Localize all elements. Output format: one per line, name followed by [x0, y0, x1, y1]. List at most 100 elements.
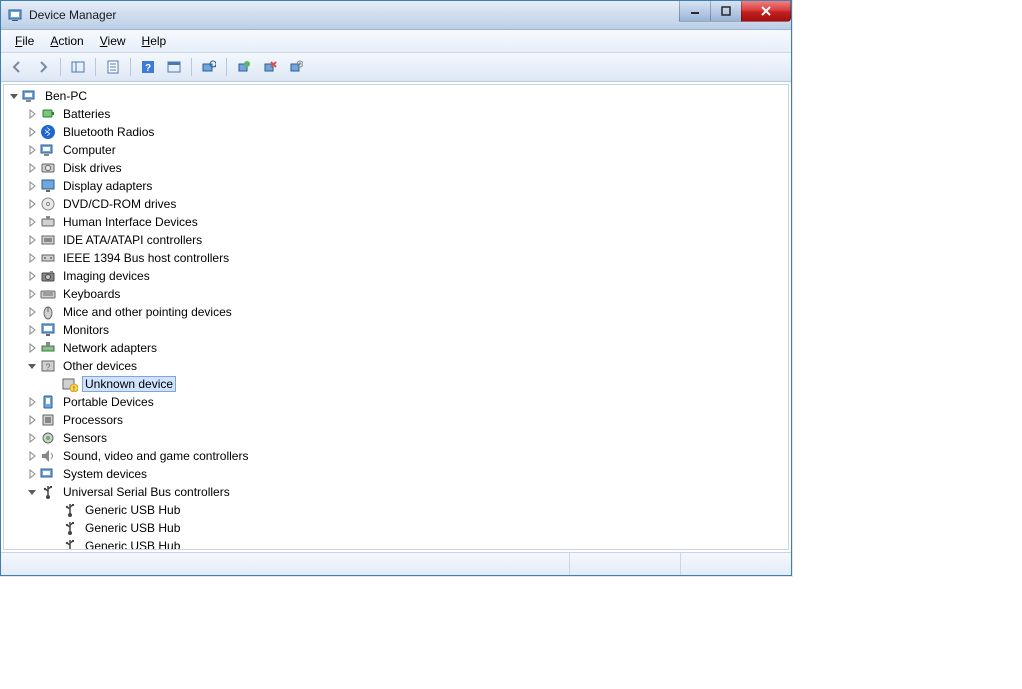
tree-node-label[interactable]: Sound, video and game controllers [60, 448, 251, 464]
tree-node[interactable]: Portable Devices [6, 393, 788, 411]
tree-node[interactable]: Bluetooth Radios [6, 123, 788, 141]
expander-icon[interactable] [26, 198, 38, 210]
tree-node-label[interactable]: Monitors [60, 322, 112, 338]
tree-node[interactable]: Batteries [6, 105, 788, 123]
unknown-icon: ! [62, 376, 78, 392]
tree-node[interactable]: Processors [6, 411, 788, 429]
expander-icon[interactable] [26, 306, 38, 318]
expander-icon[interactable] [26, 144, 38, 156]
tree-node[interactable]: Imaging devices [6, 267, 788, 285]
expander-icon[interactable] [26, 234, 38, 246]
tree-node-label[interactable]: Mice and other pointing devices [60, 304, 235, 320]
sensor-icon [40, 430, 56, 446]
action-button[interactable] [162, 55, 186, 79]
tree-child-label[interactable]: Generic USB Hub [82, 502, 183, 518]
tree-node-label[interactable]: Network adapters [60, 340, 160, 356]
expander-icon[interactable] [26, 360, 38, 372]
help-button[interactable]: ? [136, 55, 160, 79]
expander-icon[interactable] [26, 414, 38, 426]
expander-icon[interactable] [26, 450, 38, 462]
tree-node[interactable]: IEEE 1394 Bus host controllers [6, 249, 788, 267]
tree-node-label[interactable]: Batteries [60, 106, 113, 122]
tree-node[interactable]: Disk drives [6, 159, 788, 177]
properties-button[interactable] [101, 55, 125, 79]
expander-icon[interactable] [26, 252, 38, 264]
expander-icon[interactable] [26, 486, 38, 498]
tree-node-label[interactable]: Display adapters [60, 178, 155, 194]
tree-child-label[interactable]: Unknown device [82, 376, 176, 392]
close-button[interactable] [741, 1, 791, 22]
tree-node[interactable]: Computer [6, 141, 788, 159]
expander-icon[interactable] [26, 288, 38, 300]
tree-node[interactable]: Human Interface Devices [6, 213, 788, 231]
enable-button[interactable] [232, 55, 256, 79]
tree-node-label[interactable]: Processors [60, 412, 126, 428]
tree-node[interactable]: Sensors [6, 429, 788, 447]
tree-node[interactable]: Universal Serial Bus controllers [6, 483, 788, 501]
title-bar[interactable]: Device Manager [1, 1, 791, 30]
tree-node[interactable]: Sound, video and game controllers [6, 447, 788, 465]
expander-icon[interactable] [26, 108, 38, 120]
tree-child-label[interactable]: Generic USB Hub [82, 538, 183, 549]
usb-icon [40, 484, 56, 500]
scan-hardware-button[interactable] [197, 55, 221, 79]
minimize-button[interactable] [679, 1, 711, 22]
tree-node-label[interactable]: Computer [60, 142, 119, 158]
tree-child-node[interactable]: Generic USB Hub [6, 519, 788, 537]
expander-icon[interactable] [26, 180, 38, 192]
expander-icon[interactable] [26, 342, 38, 354]
tree-node-label[interactable]: Other devices [60, 358, 140, 374]
update-driver-button[interactable] [284, 55, 308, 79]
tree-child-node[interactable]: Generic USB Hub [6, 501, 788, 519]
expander-icon[interactable] [26, 270, 38, 282]
tree-node-label[interactable]: IEEE 1394 Bus host controllers [60, 250, 232, 266]
tree-node-label[interactable]: Portable Devices [60, 394, 157, 410]
menu-help[interactable]: Help [134, 32, 175, 50]
expander-icon[interactable] [26, 468, 38, 480]
tree-node[interactable]: Monitors [6, 321, 788, 339]
tree-node-label[interactable]: System devices [60, 466, 150, 482]
tree-node[interactable]: Network adapters [6, 339, 788, 357]
expander-icon[interactable] [26, 162, 38, 174]
tree-node-label[interactable]: Universal Serial Bus controllers [60, 484, 233, 500]
tree-node-label[interactable]: DVD/CD-ROM drives [60, 196, 179, 212]
tree-node[interactable]: Display adapters [6, 177, 788, 195]
tree-node[interactable]: IDE ATA/ATAPI controllers [6, 231, 788, 249]
expander-icon[interactable] [26, 396, 38, 408]
forward-button[interactable] [31, 55, 55, 79]
menu-bar: File Action View Help [1, 30, 791, 53]
tree-node[interactable]: ?Other devices [6, 357, 788, 375]
tree-node-label[interactable]: Bluetooth Radios [60, 124, 157, 140]
expander-icon[interactable] [26, 216, 38, 228]
tree-node-label[interactable]: Imaging devices [60, 268, 153, 284]
tree-root-label[interactable]: Ben-PC [42, 88, 90, 104]
show-hide-tree-button[interactable] [66, 55, 90, 79]
tree-node-label[interactable]: Disk drives [60, 160, 125, 176]
tree-node[interactable]: Keyboards [6, 285, 788, 303]
expander-icon[interactable] [26, 324, 38, 336]
back-button[interactable] [5, 55, 29, 79]
expander-icon[interactable] [26, 126, 38, 138]
expander-icon[interactable] [8, 90, 20, 102]
expander-icon[interactable] [26, 432, 38, 444]
device-tree[interactable]: Ben-PC Batteries Bluetooth Radios Computer D… [4, 85, 788, 549]
menu-action[interactable]: Action [42, 32, 91, 50]
tree-node-label[interactable]: Keyboards [60, 286, 123, 302]
tree-node[interactable]: System devices [6, 465, 788, 483]
menu-file[interactable]: File [7, 32, 42, 50]
tree-child-node[interactable]: !Unknown device [6, 375, 788, 393]
tree-root[interactable]: Ben-PC [6, 87, 788, 105]
tree-child-node[interactable]: Generic USB Hub [6, 537, 788, 549]
toolbar-separator [130, 58, 131, 76]
tree-child-label[interactable]: Generic USB Hub [82, 520, 183, 536]
device-manager-window: Device Manager File Action View Help ? [0, 0, 792, 576]
tree-node-label[interactable]: Human Interface Devices [60, 214, 201, 230]
uninstall-button[interactable] [258, 55, 282, 79]
tree-node-label[interactable]: IDE ATA/ATAPI controllers [60, 232, 205, 248]
menu-view[interactable]: View [92, 32, 134, 50]
tree-node-label[interactable]: Sensors [60, 430, 110, 446]
tree-node[interactable]: Mice and other pointing devices [6, 303, 788, 321]
tree-node[interactable]: DVD/CD-ROM drives [6, 195, 788, 213]
maximize-button[interactable] [710, 1, 742, 22]
status-cell [681, 553, 791, 575]
